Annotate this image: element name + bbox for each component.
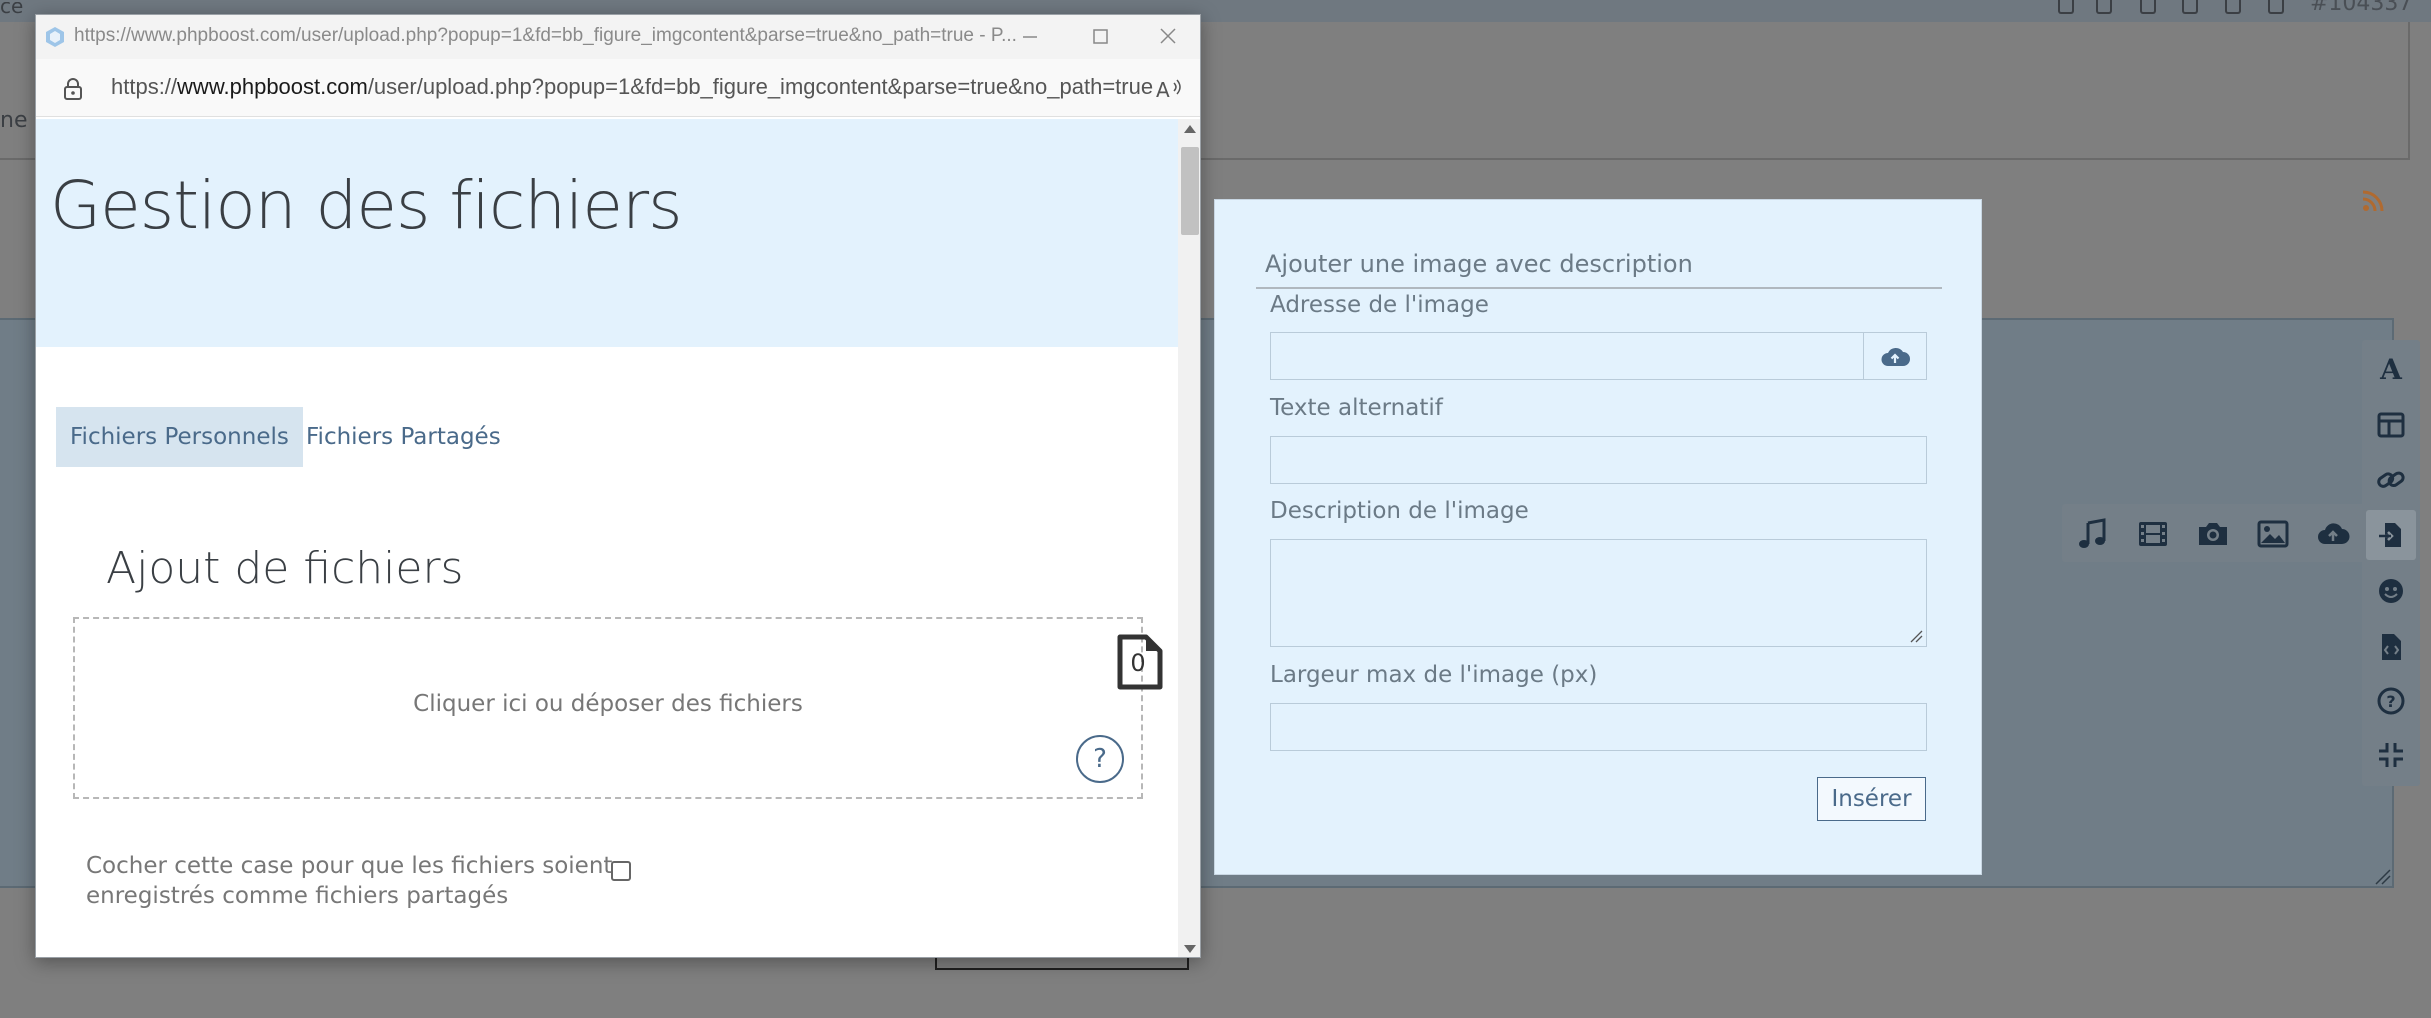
table-icon[interactable] [2376, 410, 2406, 440]
emoji-icon[interactable] [2376, 576, 2406, 606]
upload-image-button[interactable] [1863, 332, 1927, 380]
minimize-icon[interactable] [1012, 21, 1048, 53]
url-prefix: https:// [111, 74, 178, 99]
cloud-upload-icon[interactable] [2316, 517, 2350, 551]
scroll-down-icon[interactable] [1184, 945, 1196, 953]
file-code-icon[interactable] [2376, 632, 2406, 662]
popup-titlebar: https://www.phpboost.com/user/upload.php… [36, 15, 1200, 59]
max-width-input[interactable] [1270, 703, 1927, 751]
shared-checkbox[interactable] [611, 861, 631, 881]
popup-content: Gestion des fichiers Fichiers Personnels… [36, 119, 1178, 957]
page-title: Gestion des fichiers [50, 167, 683, 244]
page-header: Gestion des fichiers [36, 119, 1178, 347]
dropzone-message: Cliquer ici ou déposer des fichiers [413, 691, 803, 717]
maximize-icon[interactable] [1082, 21, 1118, 53]
address-bar: https://www.phpboost.com/user/upload.php… [36, 59, 1200, 117]
shared-checkbox-label: Cocher cette case pour que les fichiers … [86, 853, 613, 909]
dialog-legend: Ajouter une image avec description [1265, 250, 1693, 278]
editor-side-toolbar: A ? [2362, 340, 2420, 786]
file-count-badge: 0 [1116, 633, 1164, 691]
svg-text:?: ? [2386, 692, 2395, 711]
file-dropzone[interactable]: Cliquer ici ou déposer des fichiers 0 ? [73, 617, 1163, 799]
editor-resize-handle[interactable] [2374, 868, 2392, 886]
film-icon[interactable] [2136, 517, 2170, 551]
message-counter: #104337 [2310, 0, 2413, 16]
description-label: Description de l'image [1270, 498, 1529, 524]
quote-icon [2058, 0, 2074, 14]
image-icon[interactable] [2256, 517, 2290, 551]
url-host: www.phpboost.com [177, 74, 368, 99]
alt-text-input[interactable] [1270, 436, 1927, 484]
phpboost-favicon-icon [46, 27, 64, 47]
arrow-icon [2225, 0, 2241, 14]
chevron-icon [2140, 0, 2156, 14]
file-import-icon[interactable] [2366, 510, 2416, 560]
popup-scrollbar[interactable] [1178, 119, 1200, 957]
max-width-label: Largeur max de l'image (px) [1270, 662, 1598, 688]
flag-icon [2268, 0, 2284, 14]
url-path: /user/upload.php?popup=1&fd=bb_figure_im… [367, 74, 1154, 99]
upload-popup-window: https://www.phpboost.com/user/upload.php… [35, 14, 1201, 958]
image-address-label: Adresse de l'image [1270, 292, 1489, 318]
popup-title: https://www.phpboost.com/user/upload.php… [74, 25, 1017, 46]
alt-text-label: Texte alternatif [1270, 395, 1443, 421]
legend-divider [1256, 287, 1942, 289]
media-toolbar [2062, 504, 2362, 562]
help-button[interactable]: ? [1076, 735, 1124, 783]
svg-text:A: A [1156, 78, 1170, 102]
background-hint: ce [0, 2, 24, 18]
tab-personal-files[interactable]: Fichiers Personnels [56, 407, 303, 467]
camera-icon[interactable] [2196, 517, 2230, 551]
lock-icon[interactable] [62, 77, 84, 101]
textarea-resize-handle[interactable] [1909, 629, 1923, 643]
read-aloud-icon[interactable]: A [1154, 75, 1184, 103]
file-count: 0 [1130, 649, 1146, 677]
description-textarea[interactable] [1270, 539, 1927, 647]
close-icon[interactable] [1150, 21, 1186, 53]
image-description-dialog: Ajouter une image avec description Adres… [1214, 199, 1982, 875]
calendar-icon [2182, 0, 2198, 14]
url-text[interactable]: https://www.phpboost.com/user/upload.php… [111, 74, 1153, 100]
rss-icon[interactable] [2362, 190, 2384, 212]
svg-text:A: A [2379, 354, 2403, 384]
music-icon[interactable] [2076, 517, 2110, 551]
tab-shared-files[interactable]: Fichiers Partagés [292, 407, 515, 467]
section-title: Ajout de fichiers [106, 543, 464, 594]
edit-icon [2096, 0, 2112, 14]
compress-icon[interactable] [2376, 740, 2406, 770]
question-circle-icon[interactable]: ? [2376, 686, 2406, 716]
font-icon[interactable]: A [2376, 354, 2406, 384]
scroll-up-icon[interactable] [1184, 125, 1196, 133]
image-address-input[interactable] [1270, 332, 1864, 380]
insert-button[interactable]: Insérer [1817, 777, 1926, 821]
scroll-thumb[interactable] [1181, 147, 1199, 235]
link-icon[interactable] [2376, 465, 2406, 495]
cloud-upload-icon [1881, 347, 1910, 366]
